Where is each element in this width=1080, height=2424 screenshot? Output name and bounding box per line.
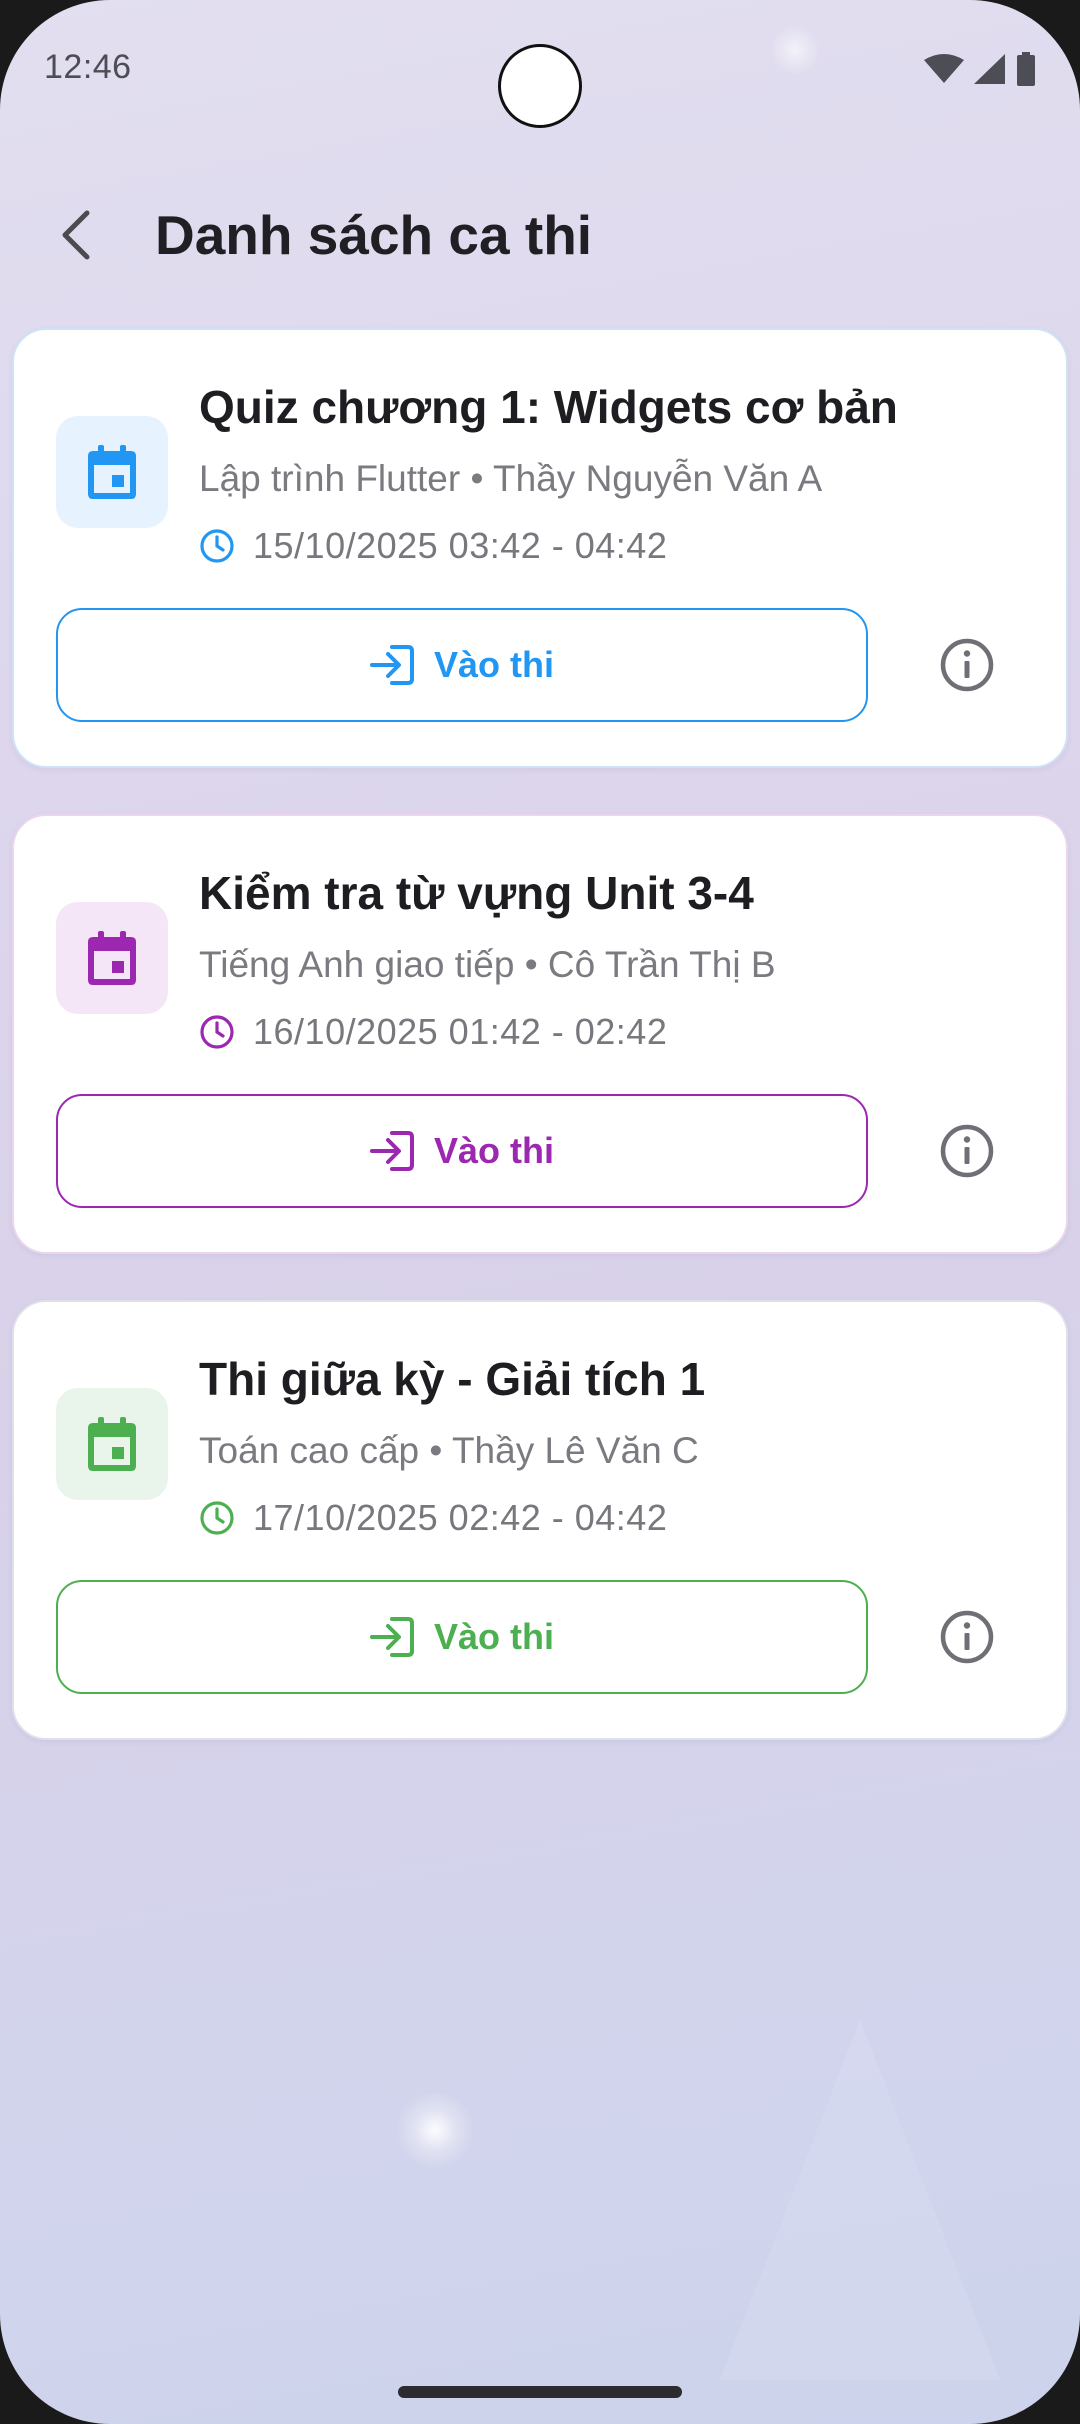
login-icon (369, 645, 414, 685)
clock-icon (200, 1501, 234, 1535)
exam-info-button[interactable] (932, 630, 1002, 700)
exam-course-teacher: Tiếng Anh giao tiếp • Cô Trần Thị B (199, 944, 776, 985)
exam-icon-tile (56, 902, 168, 1014)
home-indicator[interactable] (398, 2386, 682, 2398)
exam-title: Thi giữa kỳ - Giải tích 1 (199, 1353, 706, 1405)
exam-course-teacher: Toán cao cấp • Thầy Lê Văn C (199, 1430, 699, 1471)
login-icon (369, 1131, 414, 1171)
enter-exam-button[interactable]: Vào thi (56, 1580, 868, 1694)
login-icon (369, 1617, 414, 1657)
exam-time-row: 15/10/2025 03:42 - 04:42 (199, 524, 667, 568)
arrow-back-icon (62, 210, 90, 260)
calendar-icon (88, 1417, 136, 1471)
exam-icon-tile (56, 416, 168, 528)
calendar-icon (88, 931, 136, 985)
exam-time-row: 16/10/2025 01:42 - 02:42 (199, 1010, 667, 1054)
status-icons (924, 52, 1036, 86)
info-icon (940, 1610, 994, 1664)
wifi-icon (924, 54, 964, 83)
clock-icon (200, 529, 234, 563)
exam-time-row: 17/10/2025 02:42 - 04:42 (199, 1496, 667, 1540)
info-icon (940, 1124, 994, 1178)
background-glow (770, 25, 820, 75)
phone-screen: 12:46 Danh sách ca thi Quiz chương 1: Wi… (0, 0, 1080, 2424)
back-button[interactable] (46, 200, 106, 270)
exam-card[interactable]: Kiểm tra từ vựng Unit 3-4 Tiếng Anh giao… (12, 814, 1068, 1254)
background-glow (395, 2090, 475, 2170)
enter-exam-label: Vào thi (433, 1616, 554, 1657)
exam-title: Quiz chương 1: Widgets cơ bản (199, 381, 898, 433)
enter-exam-button[interactable]: Vào thi (56, 608, 868, 722)
info-icon (940, 638, 994, 692)
page-title: Danh sách ca thi (155, 204, 593, 266)
front-camera (498, 44, 582, 128)
exam-card[interactable]: Thi giữa kỳ - Giải tích 1 Toán cao cấp •… (12, 1300, 1068, 1740)
status-time: 12:46 (44, 48, 132, 86)
exam-icon-tile (56, 1388, 168, 1500)
enter-exam-label: Vào thi (433, 644, 554, 685)
exam-info-button[interactable] (932, 1116, 1002, 1186)
enter-exam-button[interactable]: Vào thi (56, 1094, 868, 1208)
exam-time: 16/10/2025 01:42 - 02:42 (253, 1011, 668, 1052)
exam-title: Kiểm tra từ vựng Unit 3-4 (199, 867, 754, 919)
exam-card[interactable]: Quiz chương 1: Widgets cơ bản Lập trình … (12, 328, 1068, 768)
enter-exam-label: Vào thi (433, 1130, 554, 1171)
battery-icon (1017, 52, 1035, 86)
exam-time: 15/10/2025 03:42 - 04:42 (253, 525, 668, 566)
exam-info-button[interactable] (932, 1602, 1002, 1672)
calendar-icon (88, 445, 136, 499)
exam-course-teacher: Lập trình Flutter • Thầy Nguyễn Văn A (199, 458, 823, 499)
background-decoration (720, 2020, 1000, 2380)
exam-time: 17/10/2025 02:42 - 04:42 (253, 1497, 668, 1538)
clock-icon (200, 1015, 234, 1049)
signal-icon (974, 54, 1005, 84)
